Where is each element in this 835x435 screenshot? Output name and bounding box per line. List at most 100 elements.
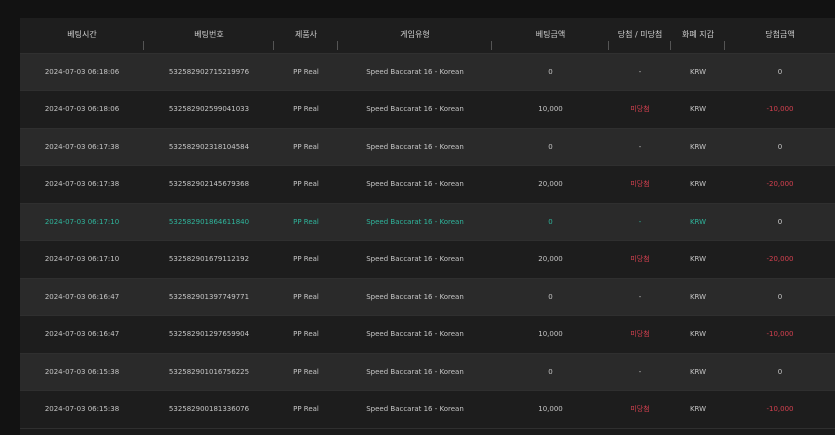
- bet-time-cell: 2024-07-03 06:18:06: [20, 90, 144, 129]
- provider-cell: PP Real: [274, 240, 338, 279]
- provider-cell: PP Real: [274, 90, 338, 129]
- column-header-bet-amount[interactable]: 베팅금액: [492, 18, 609, 54]
- result-cell: 미당첨: [609, 390, 671, 429]
- game-type-cell: Speed Baccarat 16 - Korean: [338, 128, 492, 166]
- result-cell: -: [609, 203, 671, 241]
- currency-cell: KRW: [671, 203, 725, 241]
- bet-time-cell: 2024-07-03 06:17:10: [20, 203, 144, 241]
- bet-amount-cell: 10,000: [492, 90, 609, 129]
- result-cell: 미당첨: [609, 90, 671, 129]
- bet-amount-cell: 20,000: [492, 165, 609, 204]
- bet-amount-cell: 0: [492, 278, 609, 316]
- table-row[interactable]: 2024-07-03 06:17:38 532582902145679368 PP …: [20, 165, 835, 204]
- currency-cell: KRW: [671, 353, 725, 391]
- bet-number-cell: 532582901297659904: [144, 315, 274, 354]
- bet-time-cell: 2024-07-03 06:17:38: [20, 128, 144, 166]
- table-row[interactable]: 2024-07-03 06:15:38 532582901016756225 PP …: [20, 353, 835, 391]
- bet-amount-cell: 0: [492, 53, 609, 91]
- currency-cell: KRW: [671, 165, 725, 204]
- game-type-cell: Speed Baccarat 16 - Korean: [338, 240, 492, 279]
- game-type-cell: Speed Baccarat 16 - Korean: [338, 203, 492, 241]
- table-body: 2024-07-03 06:18:06 532582902715219976 PP …: [20, 53, 835, 429]
- bet-time-cell: 2024-07-03 06:16:47: [20, 315, 144, 354]
- provider-cell: PP Real: [274, 203, 338, 241]
- game-type-cell: Speed Baccarat 16 - Korean: [338, 90, 492, 129]
- result-cell: -: [609, 53, 671, 91]
- currency-cell: KRW: [671, 278, 725, 316]
- table-header-row: 베팅시간 베팅번호 제품사 게임유형 베팅금액 당첨 / 미당첨 화폐 지갑 당…: [20, 18, 835, 54]
- bet-amount-cell: 10,000: [492, 315, 609, 354]
- table-row[interactable]: 2024-07-03 06:16:47 532582901397749771 PP …: [20, 278, 835, 316]
- column-header-currency-wallet[interactable]: 화폐 지갑: [671, 18, 725, 54]
- table-row[interactable]: 2024-07-03 06:17:10 532582901679112192 PP …: [20, 240, 835, 279]
- column-header-provider[interactable]: 제품사: [274, 18, 338, 54]
- game-type-cell: Speed Baccarat 16 - Korean: [338, 278, 492, 316]
- provider-cell: PP Real: [274, 128, 338, 166]
- bet-number-cell: 532582902318104584: [144, 128, 274, 166]
- result-cell: -: [609, 353, 671, 391]
- win-amount-cell: 0: [725, 278, 835, 316]
- bet-number-cell: 532582902599041033: [144, 90, 274, 129]
- result-cell: 미당첨: [609, 315, 671, 354]
- currency-cell: KRW: [671, 128, 725, 166]
- game-type-cell: Speed Baccarat 16 - Korean: [338, 353, 492, 391]
- win-amount-cell: -10,000: [725, 315, 835, 354]
- currency-cell: KRW: [671, 390, 725, 429]
- bet-number-cell: 532582901679112192: [144, 240, 274, 279]
- bet-time-cell: 2024-07-03 06:17:10: [20, 240, 144, 279]
- win-amount-cell: 0: [725, 53, 835, 91]
- column-header-bet-number[interactable]: 베팅번호: [144, 18, 274, 54]
- win-amount-cell: -20,000: [725, 165, 835, 204]
- bet-time-cell: 2024-07-03 06:16:47: [20, 278, 144, 316]
- bet-amount-cell: 0: [492, 353, 609, 391]
- table-row[interactable]: 2024-07-03 06:15:38 532582900181336076 PP …: [20, 390, 835, 429]
- column-header-game-type[interactable]: 게임유형: [338, 18, 492, 54]
- table-row[interactable]: 2024-07-03 06:18:06 532582902599041033 PP …: [20, 90, 835, 129]
- currency-cell: KRW: [671, 315, 725, 354]
- game-type-cell: Speed Baccarat 16 - Korean: [338, 53, 492, 91]
- win-amount-cell: 0: [725, 128, 835, 166]
- column-header-bet-time[interactable]: 베팅시간: [20, 18, 144, 54]
- bet-number-cell: 532582902715219976: [144, 53, 274, 91]
- result-cell: -: [609, 278, 671, 316]
- result-cell: -: [609, 128, 671, 166]
- provider-cell: PP Real: [274, 53, 338, 91]
- table-row[interactable]: 2024-07-03 06:17:38 532582902318104584 PP …: [20, 128, 835, 166]
- bet-amount-cell: 20,000: [492, 240, 609, 279]
- column-header-win-amount[interactable]: 당첨금액: [725, 18, 835, 54]
- win-amount-cell: -10,000: [725, 390, 835, 429]
- currency-cell: KRW: [671, 90, 725, 129]
- table-row[interactable]: 2024-07-03 06:18:06 532582902715219976 PP …: [20, 53, 835, 91]
- game-type-cell: Speed Baccarat 16 - Korean: [338, 315, 492, 354]
- bet-number-cell: 532582902145679368: [144, 165, 274, 204]
- provider-cell: PP Real: [274, 278, 338, 316]
- currency-cell: KRW: [671, 240, 725, 279]
- bet-amount-cell: 0: [492, 128, 609, 166]
- betting-history-panel: 베팅시간 베팅번호 제품사 게임유형 베팅금액 당첨 / 미당첨 화폐 지갑 당…: [20, 18, 835, 435]
- bet-amount-cell: 0: [492, 203, 609, 241]
- win-amount-cell: 0: [725, 353, 835, 391]
- bet-number-cell: 532582901864611840: [144, 203, 274, 241]
- bet-number-cell: 532582901016756225: [144, 353, 274, 391]
- bet-number-cell: 532582901397749771: [144, 278, 274, 316]
- game-type-cell: Speed Baccarat 16 - Korean: [338, 390, 492, 429]
- bet-time-cell: 2024-07-03 06:15:38: [20, 390, 144, 429]
- bet-time-cell: 2024-07-03 06:17:38: [20, 165, 144, 204]
- result-cell: 미당첨: [609, 240, 671, 279]
- currency-cell: KRW: [671, 53, 725, 91]
- column-header-result[interactable]: 당첨 / 미당첨: [609, 18, 671, 54]
- provider-cell: PP Real: [274, 353, 338, 391]
- win-amount-cell: -10,000: [725, 90, 835, 129]
- table-row[interactable]: 2024-07-03 06:17:10 532582901864611840 PP …: [20, 203, 835, 241]
- bet-time-cell: 2024-07-03 06:18:06: [20, 53, 144, 91]
- table-row[interactable]: 2024-07-03 06:16:47 532582901297659904 PP …: [20, 315, 835, 354]
- provider-cell: PP Real: [274, 165, 338, 204]
- provider-cell: PP Real: [274, 390, 338, 429]
- game-type-cell: Speed Baccarat 16 - Korean: [338, 165, 492, 204]
- bet-amount-cell: 10,000: [492, 390, 609, 429]
- win-amount-cell: -20,000: [725, 240, 835, 279]
- betting-history-table: 베팅시간 베팅번호 제품사 게임유형 베팅금액 당첨 / 미당첨 화폐 지갑 당…: [20, 18, 835, 429]
- bet-number-cell: 532582900181336076: [144, 390, 274, 429]
- provider-cell: PP Real: [274, 315, 338, 354]
- bet-time-cell: 2024-07-03 06:15:38: [20, 353, 144, 391]
